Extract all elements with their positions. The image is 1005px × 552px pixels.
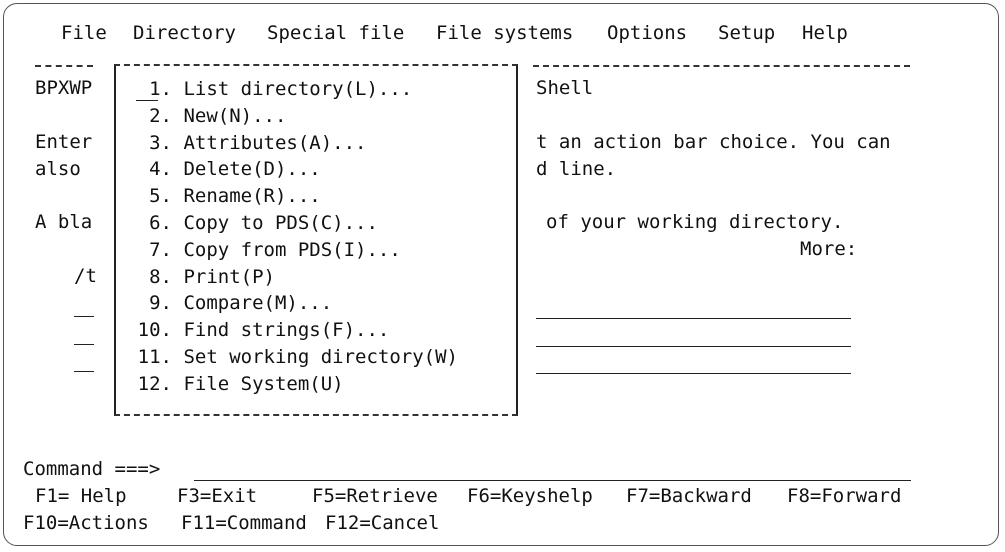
- instruction-line-3-right: of your working directory.: [546, 211, 844, 233]
- menu-item-number: 4.: [149, 158, 172, 181]
- menu-item-label: Print(P): [183, 265, 275, 288]
- menu-item-label: Copy from PDS(I)...: [183, 238, 401, 261]
- menu-setup[interactable]: Setup: [718, 22, 775, 45]
- directory-menu-item[interactable]: 12. File System(U): [128, 373, 344, 396]
- command-input[interactable]: [194, 480, 911, 481]
- path-input-field-1[interactable]: [536, 318, 851, 319]
- menu-file[interactable]: File: [61, 22, 107, 45]
- directory-menu-item[interactable]: 9. Compare(M)...: [128, 292, 332, 315]
- directory-menu-item[interactable]: 1. List directory(L)...: [128, 78, 412, 101]
- path-input-field-2[interactable]: [536, 346, 851, 347]
- menu-file-systems[interactable]: File systems: [436, 22, 573, 45]
- directory-menu-item[interactable]: 8. Print(P): [128, 266, 275, 289]
- fkey-f1[interactable]: F1= Help: [35, 485, 127, 508]
- menu-directory[interactable]: Directory: [133, 22, 236, 45]
- fkey-f6[interactable]: F6=Keyshelp: [467, 485, 593, 508]
- directory-menu-item[interactable]: 5. Rename(R)...: [128, 185, 321, 208]
- menu-item-number: 5.: [149, 185, 172, 208]
- more-label: More:: [800, 238, 858, 260]
- path-select-field-2[interactable]: [74, 344, 94, 345]
- menu-item-number: 12.: [137, 372, 172, 395]
- menu-item-number: 7.: [149, 238, 172, 261]
- instruction-line-1-left: Enter: [35, 131, 93, 153]
- panel-id: BPXWP: [35, 77, 93, 99]
- fkey-f12[interactable]: F12=Cancel: [325, 512, 439, 535]
- directory-menu-item[interactable]: 6. Copy to PDS(C)...: [128, 212, 378, 235]
- menu-item-number: 9.: [149, 292, 172, 315]
- menu-item-number: 6.: [149, 212, 172, 234]
- menu-item-label: Attributes(A)...: [183, 131, 367, 154]
- menu-item-number: 3.: [149, 131, 172, 154]
- menu-item-number: 11.: [137, 346, 172, 368]
- menu-item-number: 1.: [149, 78, 172, 100]
- path-select-field-1[interactable]: [74, 316, 94, 317]
- menu-item-label: Compare(M)...: [183, 292, 333, 315]
- path-select-field-3[interactable]: [74, 371, 94, 372]
- instruction-line-2-left: also: [35, 158, 81, 180]
- fkey-f3[interactable]: F3=Exit: [177, 485, 257, 508]
- instruction-line-1-right: t an action bar choice. You can: [536, 131, 891, 153]
- fkey-f11[interactable]: F11=Command: [181, 512, 307, 535]
- fkey-f5[interactable]: F5=Retrieve: [312, 485, 438, 508]
- panel-title: Shell: [536, 77, 594, 99]
- directory-menu-item[interactable]: 2. New(N)...: [128, 105, 286, 128]
- directory-menu-item[interactable]: 7. Copy from PDS(I)...: [128, 239, 401, 262]
- menu-item-label: Find strings(F)...: [183, 319, 390, 342]
- menu-item-number: 8.: [149, 265, 172, 288]
- menu-item-label: New(N)...: [183, 104, 287, 127]
- menu-special-file[interactable]: Special file: [267, 22, 404, 45]
- fkey-f10[interactable]: F10=Actions: [23, 512, 149, 535]
- menu-item-label: List directory(L)...: [183, 78, 413, 100]
- fkey-f7[interactable]: F7=Backward: [626, 485, 752, 508]
- action-bar-separator-left: [35, 65, 93, 67]
- directory-menu-item[interactable]: 10. Find strings(F)...: [128, 319, 390, 342]
- menu-item-label: Delete(D)...: [183, 158, 321, 181]
- menu-item-number: 10.: [137, 319, 172, 342]
- instruction-line-3-left: A bla: [35, 211, 93, 233]
- path-prefix: /t: [74, 265, 97, 287]
- instruction-line-2-right: d line.: [536, 158, 617, 180]
- menu-item-label: Rename(R)...: [183, 185, 321, 208]
- directory-pulldown-menu: 1. List directory(L)... 2. New(N)... 3. At…: [114, 64, 518, 416]
- fkey-f8[interactable]: F8=Forward: [787, 485, 901, 508]
- menu-item-label: File System(U): [183, 372, 344, 395]
- action-bar-separator-right: [533, 65, 910, 67]
- menu-item-number: 2.: [149, 104, 172, 127]
- menu-item-label: Copy to PDS(C)...: [183, 212, 378, 234]
- directory-menu-item[interactable]: 4. Delete(D)...: [128, 158, 321, 181]
- path-input-field-3[interactable]: [536, 373, 851, 374]
- directory-menu-item[interactable]: 3. Attributes(A)...: [128, 132, 366, 155]
- menu-options[interactable]: Options: [607, 22, 687, 45]
- command-prompt: Command ===>: [23, 458, 161, 480]
- directory-menu-item[interactable]: 11. Set working directory(W): [128, 346, 458, 369]
- menu-help[interactable]: Help: [802, 22, 848, 45]
- menu-item-label: Set working directory(W): [183, 346, 458, 368]
